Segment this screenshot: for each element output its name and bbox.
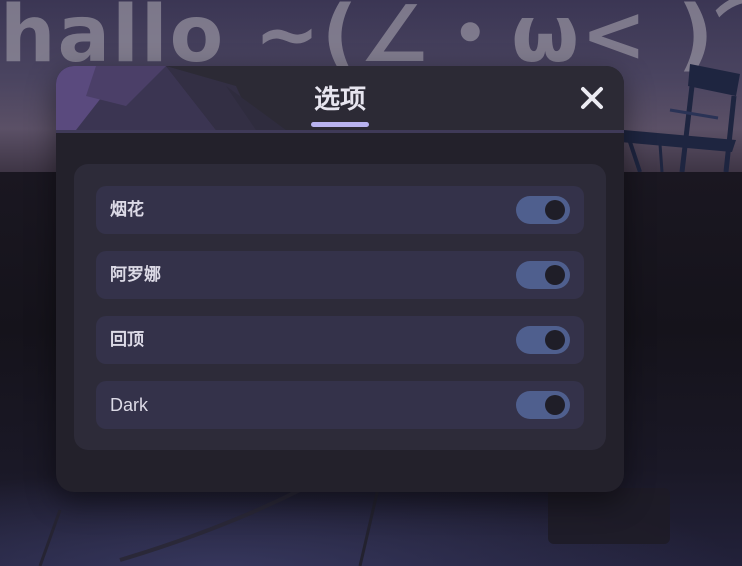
option-row-fireworks: 烟花: [96, 186, 584, 234]
toggle-knob: [545, 395, 565, 415]
options-dialog: 选项 烟花 阿罗娜 回顶 Dark: [56, 66, 624, 492]
toggle-knob: [545, 265, 565, 285]
option-row-arona: 阿罗娜: [96, 251, 584, 299]
option-label: 阿罗娜: [110, 265, 161, 285]
option-label: 烟花: [110, 200, 144, 220]
close-button[interactable]: [578, 84, 606, 112]
option-label: 回顶: [110, 330, 144, 350]
option-label: Dark: [110, 395, 149, 415]
title-underline: [311, 122, 369, 127]
option-row-back-to-top: 回顶: [96, 316, 584, 364]
toggle-dark-mode[interactable]: [516, 391, 570, 419]
dialog-title: 选项: [313, 85, 366, 115]
toggle-knob: [545, 330, 565, 350]
options-panel: 烟花 阿罗娜 回顶 Dark: [74, 164, 606, 450]
dialog-header: 选项: [56, 66, 624, 133]
option-row-dark: Dark: [96, 381, 584, 429]
close-icon: [581, 87, 603, 109]
background-box: [548, 488, 670, 544]
toggle-knob: [545, 200, 565, 220]
toggle-back-to-top[interactable]: [516, 326, 570, 354]
toggle-fireworks[interactable]: [516, 196, 570, 224]
toggle-arona[interactable]: [516, 261, 570, 289]
